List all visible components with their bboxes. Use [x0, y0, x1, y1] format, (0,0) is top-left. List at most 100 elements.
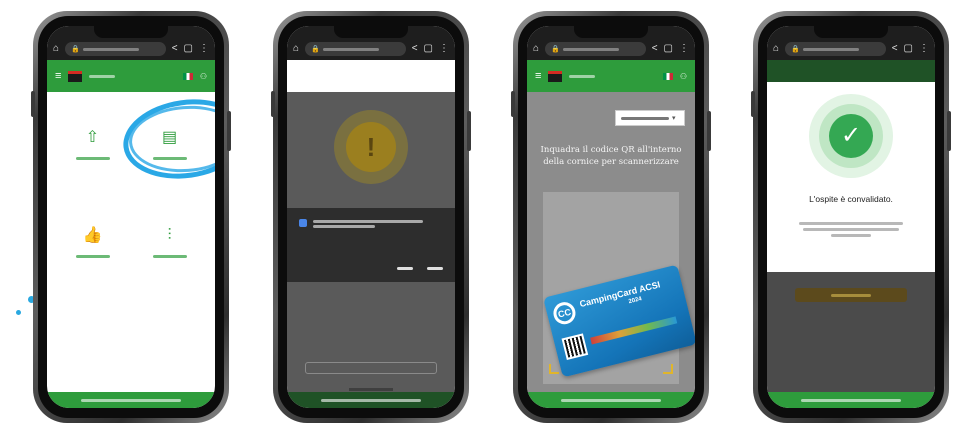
user-icon[interactable]: ⚇ [680, 72, 687, 81]
validated-title: L'ospite è convalidato. [809, 194, 893, 204]
home-icon[interactable]: ⌂ [293, 44, 299, 54]
app-header: ≡ ⚇ [47, 60, 215, 92]
camera-viewfinder: CC CampingCard ACSI 2024 [543, 192, 695, 384]
app-footer [287, 392, 455, 408]
camera-permission-dialog [287, 208, 455, 282]
lock-icon: 🔒 [791, 46, 800, 53]
power-button [947, 111, 951, 151]
address-bar-text [802, 47, 859, 51]
dialog-message [313, 225, 375, 228]
home-icon[interactable]: ⌂ [773, 44, 779, 54]
thumbs-up-icon: 👍 [82, 227, 103, 244]
sliders-icon: ⫶ [167, 227, 172, 244]
footer-copyright [321, 398, 421, 402]
manual-code-link[interactable] [349, 388, 393, 391]
tabs-icon[interactable]: ▢ [664, 44, 673, 54]
more-vert-icon[interactable]: ⋮ [919, 44, 929, 54]
decorative-dot [16, 310, 21, 315]
campingcard-image: CC CampingCard ACSI 2024 [543, 264, 695, 378]
more-vert-icon[interactable]: ⋮ [679, 44, 689, 54]
power-button [227, 111, 231, 151]
share-icon[interactable]: < [172, 44, 178, 54]
home-icon[interactable]: ⌂ [53, 44, 59, 54]
app-header [767, 60, 935, 82]
camera-select-value [621, 116, 669, 120]
card-year: 2024 [628, 296, 643, 306]
app-footer [47, 392, 215, 408]
volume-button [751, 91, 755, 117]
footer-copyright [81, 398, 181, 402]
share-icon[interactable]: < [412, 44, 418, 54]
menu-icon[interactable]: ≡ [55, 70, 61, 82]
continue-button[interactable] [795, 288, 907, 302]
address-bar[interactable]: 🔒 [545, 42, 646, 56]
phone-mockup-scanner: ⌂ 🔒 < ▢ ⋮ ≡ ⚇ ▾ Inquadra il codice QR al… [511, 11, 711, 423]
address-bar[interactable]: 🔒 [65, 42, 166, 56]
phone-bezel: ⌂ 🔒 < ▢ ⋮ ≡ ⚇ [518, 16, 704, 418]
phone-notch [334, 26, 408, 38]
lock-icon: 🔒 [551, 46, 560, 53]
portal-name [569, 74, 596, 78]
tabs-icon[interactable]: ▢ [904, 44, 913, 54]
footer-copyright [801, 398, 901, 402]
upload-tile-label [75, 157, 110, 160]
browser-toolbar: ⌂ 🔒 < ▢ ⋮ [527, 38, 695, 60]
phone-bezel: ⌂ 🔒 < ▢ ⋮ ! [278, 16, 464, 418]
message-line [831, 234, 871, 237]
rate-tile[interactable]: 👍 [59, 202, 126, 282]
warning-icon: ! [346, 122, 396, 172]
dialog-message [313, 220, 423, 223]
more-vert-icon[interactable]: ⋮ [199, 44, 209, 54]
address-bar-text [322, 47, 379, 51]
power-button [707, 111, 711, 151]
allow-button[interactable] [427, 267, 443, 270]
camera-icon [299, 219, 307, 227]
upload-icon: ⇧ [85, 129, 100, 146]
manual-code-input[interactable] [305, 362, 437, 374]
phone-screen: ⌂ 🔒 < ▢ ⋮ ! [287, 26, 455, 408]
address-bar[interactable]: 🔒 [305, 42, 406, 56]
app-header: ≡ ⚇ [527, 60, 695, 92]
browser-toolbar: ⌂ 🔒 < ▢ ⋮ [47, 38, 215, 60]
share-icon[interactable]: < [892, 44, 898, 54]
share-icon[interactable]: < [652, 44, 658, 54]
checkmark-icon: ✓ [829, 114, 873, 158]
flag-italy-icon[interactable] [182, 72, 193, 80]
phone-mockup-home: ⌂ 🔒 < ▢ ⋮ ≡ ⚇ ⇧ ▤ 👍 ⫶ [31, 11, 231, 423]
product-showcase: ⌂ 🔒 < ▢ ⋮ ≡ ⚇ ⇧ ▤ 👍 ⫶ ⌂ 🔒 < ▢ ⋮ ! ⌂ 🔒 < … [0, 0, 972, 425]
volume-button [271, 91, 275, 117]
tabs-icon[interactable]: ▢ [424, 44, 433, 54]
phone-notch [574, 26, 648, 38]
tabs-icon[interactable]: ▢ [184, 44, 193, 54]
camera-select[interactable]: ▾ [615, 110, 685, 126]
block-button[interactable] [397, 267, 413, 270]
chevron-down-icon: ▾ [672, 115, 676, 122]
checklist-tile[interactable]: ⫶ [136, 202, 203, 282]
card-stripe [590, 316, 678, 345]
phone-screen: ⌂ 🔒 < ▢ ⋮ ≡ ⚇ [527, 26, 695, 408]
address-bar-text [562, 47, 619, 51]
volume-button [511, 91, 515, 117]
upload-tile[interactable]: ⇧ [59, 104, 126, 184]
validation-page: ✓ L'ospite è convalidato. [767, 82, 935, 392]
browser-toolbar: ⌂ 🔒 < ▢ ⋮ [287, 38, 455, 60]
acsi-logo [68, 70, 83, 82]
card-brand: CampingCard ACSI [578, 279, 662, 310]
volume-button [31, 91, 35, 117]
footer-copyright [561, 398, 661, 402]
scan-instruction: Inquadra il codice QR all'interno della … [540, 145, 682, 168]
address-bar[interactable]: 🔒 [785, 42, 886, 56]
lock-icon: 🔒 [71, 46, 80, 53]
address-bar-text [82, 47, 139, 51]
lock-icon: 🔒 [311, 46, 320, 53]
home-icon[interactable]: ⌂ [533, 44, 539, 54]
rate-tile-label [75, 255, 110, 258]
phone-mockup-validated: ⌂ 🔒 < ▢ ⋮ ✓ L'ospite è convalidato. [751, 11, 951, 423]
menu-icon[interactable]: ≡ [535, 70, 541, 82]
user-icon[interactable]: ⚇ [200, 72, 207, 81]
scanner-page: ▾ Inquadra il codice QR all'interno dell… [527, 92, 695, 392]
power-button [467, 111, 471, 151]
flag-italy-icon[interactable] [662, 72, 673, 80]
message-line [799, 222, 903, 225]
more-vert-icon[interactable]: ⋮ [439, 44, 449, 54]
